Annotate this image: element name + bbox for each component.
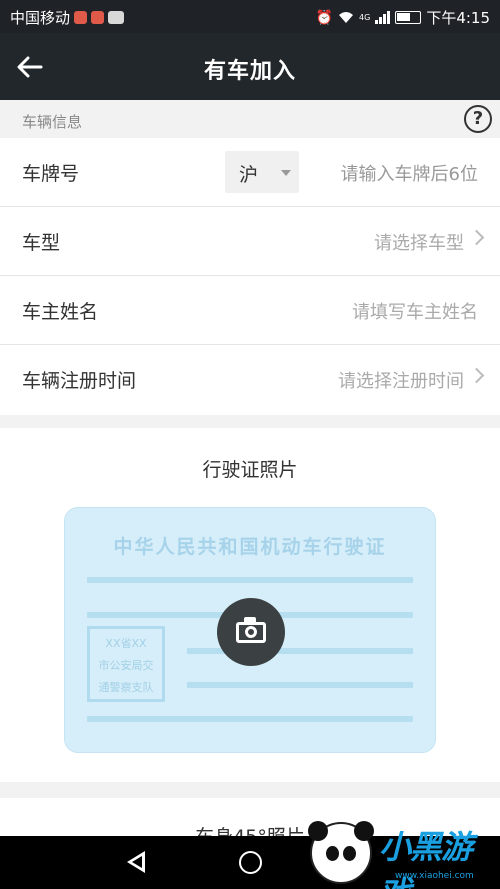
province-value: 沪	[239, 164, 259, 186]
model-select[interactable]: 请选择车型	[374, 229, 464, 255]
plate-label: 车牌号	[22, 163, 80, 185]
notification-icon	[91, 11, 105, 24]
panda-icon	[354, 821, 374, 841]
vehicle-form: 车牌号 沪 请输入车牌后6位 车型 请选择车型 车主姓名 请填写车主姓名 车辆注…	[0, 138, 500, 415]
register-select[interactable]: 请选择注册时间	[338, 367, 464, 393]
alarm-icon: ⏰	[315, 9, 334, 26]
stamp-line: XX省XX	[105, 637, 147, 650]
license-photo-section: 行驶证照片 中华人民共和国机动车行驶证 XX省XX 市公安局交 通警察支队	[0, 428, 500, 782]
clock: 下午4:15	[426, 9, 490, 27]
section-header: 车辆信息 ?	[0, 100, 500, 138]
plate-row: 车牌号 沪 请输入车牌后6位	[0, 138, 500, 207]
panda-icon	[308, 821, 328, 841]
page-title: 有车加入	[203, 59, 296, 84]
stamp-line: 通警察支队	[98, 681, 154, 694]
card-line	[187, 682, 413, 688]
app-header: 有车加入	[0, 33, 500, 100]
province-select[interactable]: 沪	[225, 151, 299, 193]
panda-icon	[343, 846, 356, 861]
nav-home-icon[interactable]	[239, 851, 262, 874]
stamp: XX省XX 市公安局交 通警察支队	[87, 626, 165, 702]
status-bar: 中国移动 ⏰ 4G 下午4:15	[0, 0, 500, 33]
card-line	[87, 716, 413, 722]
owner-label: 车主姓名	[22, 301, 99, 323]
status-left: 中国移动	[10, 7, 125, 28]
nav-back-icon	[132, 856, 142, 868]
model-label: 车型	[22, 232, 61, 254]
section-label: 车辆信息	[22, 113, 83, 131]
owner-input[interactable]: 请填写车主姓名	[352, 298, 478, 324]
chevron-right-icon	[468, 367, 485, 384]
watermark-url: www.xiaohei.com	[395, 871, 474, 881]
watermark-logo: 小黑游戏 www.xiaohei.com	[305, 818, 500, 889]
carrier-name: 中国移动	[10, 9, 71, 27]
battery-icon	[395, 11, 422, 24]
license-card-upload[interactable]: 中华人民共和国机动车行驶证 XX省XX 市公安局交 通警察支队	[64, 507, 436, 753]
signal-type: 4G	[359, 13, 371, 22]
signal-icon	[375, 11, 391, 24]
register-label: 车辆注册时间	[22, 370, 137, 392]
card-title: 中华人民共和国机动车行驶证	[113, 536, 387, 558]
camera-icon	[245, 626, 257, 638]
status-right: ⏰ 4G 下午4:15	[316, 7, 490, 28]
license-photo-title: 行驶证照片	[202, 459, 298, 481]
help-icon[interactable]: ?	[464, 105, 492, 133]
notification-icon	[108, 11, 125, 24]
notification-icon	[74, 11, 88, 24]
panda-icon	[308, 821, 374, 884]
chevron-right-icon	[468, 229, 485, 246]
camera-button[interactable]	[217, 598, 285, 666]
stamp-line: 市公安局交	[98, 659, 154, 672]
owner-row: 车主姓名 请填写车主姓名	[0, 276, 500, 345]
caret-down-icon	[281, 170, 291, 176]
card-line	[87, 577, 413, 583]
plate-input[interactable]: 请输入车牌后6位	[341, 160, 478, 186]
model-row[interactable]: 车型 请选择车型	[0, 207, 500, 276]
panda-icon	[326, 846, 339, 861]
wifi-icon	[339, 12, 354, 23]
register-row[interactable]: 车辆注册时间 请选择注册时间	[0, 345, 500, 415]
